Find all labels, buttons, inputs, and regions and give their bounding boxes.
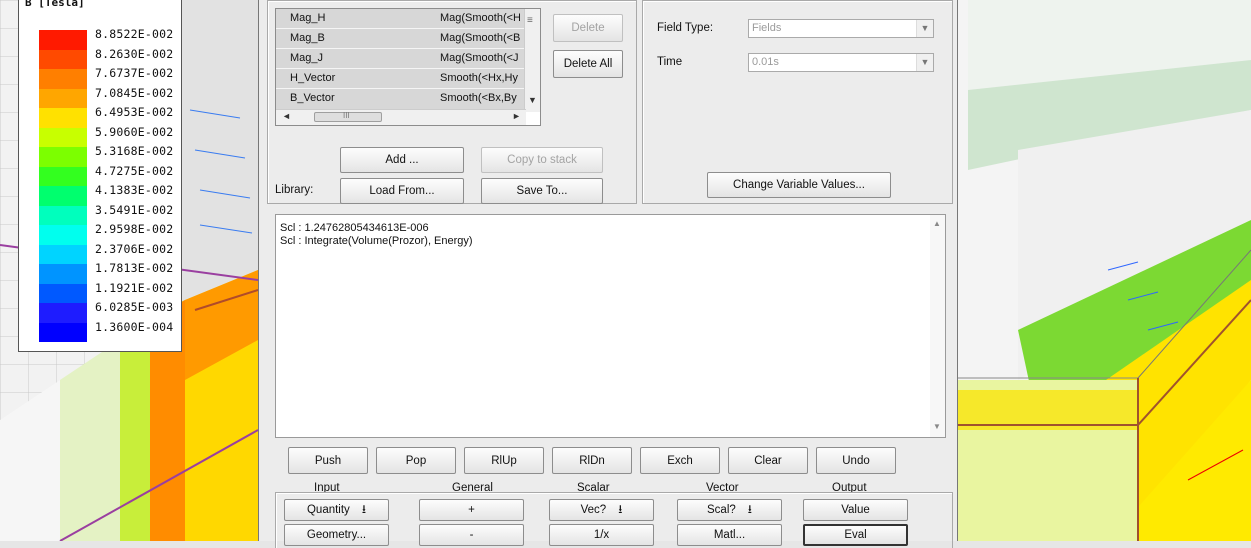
list-horizontal-scrollbar[interactable]: ◄ III ► [276,109,526,125]
list-row[interactable]: Mag_J Mag(Smooth(<J [276,49,526,69]
legend-label: 2.9598E-002 [95,222,174,236]
legend-label: 2.3706E-002 [95,241,174,256]
color-legend: B [Tesla] 8.8522E-002 8.2630E-002 7.6737E-… [18,0,182,352]
value-button[interactable]: Value [803,499,908,521]
arrow-down-icon: ⭳ [747,501,752,516]
legend-swatch [39,127,87,147]
right-field-plot [958,0,1251,541]
legend-label: 5.3168E-002 [95,144,174,158]
save-to-button[interactable]: Save To... [481,178,603,204]
pop-button[interactable]: Pop [376,447,456,474]
stack-line: Scl : Integrate(Volume(Prozor), Energy) [280,235,473,247]
legend-swatch [39,88,87,108]
vec-button[interactable]: Vec? ⭳ [549,499,654,521]
scroll-down-arrow-icon[interactable]: ▼ [933,422,941,431]
list-vertical-scrollbar[interactable]: ≡ ▼ [524,9,540,112]
scroll-right-arrow-icon[interactable]: ► [512,111,521,121]
legend-swatch [39,49,87,69]
stack-display[interactable]: Scl : 1.24762805434613E-006 Scl : Integr… [275,214,946,438]
right-3d-view [958,0,1251,541]
legend-label: 1.7813E-002 [95,261,174,275]
roll-down-button[interactable]: RlDn [552,447,632,474]
legend-swatch [39,303,87,323]
legend-swatch [39,69,87,89]
eval-button[interactable]: Eval [803,524,908,546]
legend-title: B [Tesla] [25,0,85,9]
legend-swatch [39,283,87,303]
chevron-down-icon[interactable]: ▼ [916,54,933,71]
list-row[interactable]: Mag_B Mag(Smooth(<B [276,29,526,49]
legend-swatch [39,264,87,284]
legend-label: 3.5491E-002 [95,202,174,217]
undo-button[interactable]: Undo [816,447,896,474]
minus-button[interactable]: - [419,524,524,546]
legend-label: 1.1921E-002 [95,280,174,295]
scal-button[interactable]: Scal? ⭳ [677,499,782,521]
list-row[interactable]: B_Vector Smooth(<Bx,By [276,89,526,111]
legend-label: 8.2630E-002 [95,46,174,61]
roll-up-button[interactable]: RlUp [464,447,544,474]
stack-scrollbar[interactable]: ▲ ▼ [930,215,945,437]
legend-swatch [39,186,87,206]
change-variable-values-button[interactable]: Change Variable Values... [707,172,891,198]
time-select[interactable]: 0.01s ▼ [748,53,934,72]
field-type-select[interactable]: Fields ▼ [748,19,934,38]
scroll-grip-icon: ≡ [527,15,533,26]
scroll-up-arrow-icon[interactable]: ▲ [933,219,941,228]
legend-label: 8.8522E-002 [95,27,174,41]
push-button[interactable]: Push [288,447,368,474]
legend-label: 7.6737E-002 [95,66,174,80]
geometry-button[interactable]: Geometry... [284,524,389,546]
load-from-button[interactable]: Load From... [340,178,464,204]
scroll-down-arrow-icon[interactable]: ▼ [528,95,537,105]
legend-label: 4.1383E-002 [95,183,174,197]
reciprocal-button[interactable]: 1/x [549,524,654,546]
clear-button[interactable]: Clear [728,447,808,474]
legend-swatch [39,322,87,342]
quantity-button[interactable]: Quantity ⭳ [284,499,389,521]
arrow-down-icon: ⭳ [361,501,367,516]
arrow-down-icon: ⭳ [618,501,623,516]
scroll-thumb[interactable]: III [314,111,382,122]
legend-swatch [39,244,87,264]
stack-line: Scl : 1.24762805434613E-006 [280,222,429,234]
copy-to-stack-button[interactable]: Copy to stack [481,147,603,173]
legend-swatch [39,147,87,167]
fields-calculator-dialog: Mag_H Mag(Smooth(<H Mag_B Mag(Smooth(<B Ma… [258,0,958,548]
scroll-left-arrow-icon[interactable]: ◄ [282,111,291,121]
delete-button[interactable]: Delete [553,14,623,42]
named-expressions-list[interactable]: Mag_H Mag(Smooth(<H Mag_B Mag(Smooth(<B Ma… [275,8,541,126]
list-row[interactable]: H_Vector Smooth(<Hx,Hy [276,69,526,89]
material-button[interactable]: Matl... [677,524,782,546]
library-label: Library: [275,184,314,196]
field-type-label: Field Type: [657,22,714,34]
delete-all-button[interactable]: Delete All [553,50,623,78]
legend-label: 6.4953E-002 [95,105,174,119]
legend-swatch [39,225,87,245]
list-row[interactable]: Mag_H Mag(Smooth(<H [276,9,526,29]
legend-label: 6.0285E-003 [95,300,174,314]
plus-button[interactable]: + [419,499,524,521]
legend-label: 7.0845E-002 [95,85,174,100]
time-label: Time [657,56,683,68]
exchange-button[interactable]: Exch [640,447,720,474]
legend-swatch [39,30,87,50]
legend-label: 1.3600E-004 [95,319,174,334]
legend-swatch [39,108,87,128]
legend-label: 4.7275E-002 [95,163,174,178]
chevron-down-icon[interactable]: ▼ [916,20,933,37]
legend-label: 5.9060E-002 [95,124,174,139]
add-expression-button[interactable]: Add ... [340,147,464,173]
legend-swatch [39,205,87,225]
legend-swatch [39,166,87,186]
